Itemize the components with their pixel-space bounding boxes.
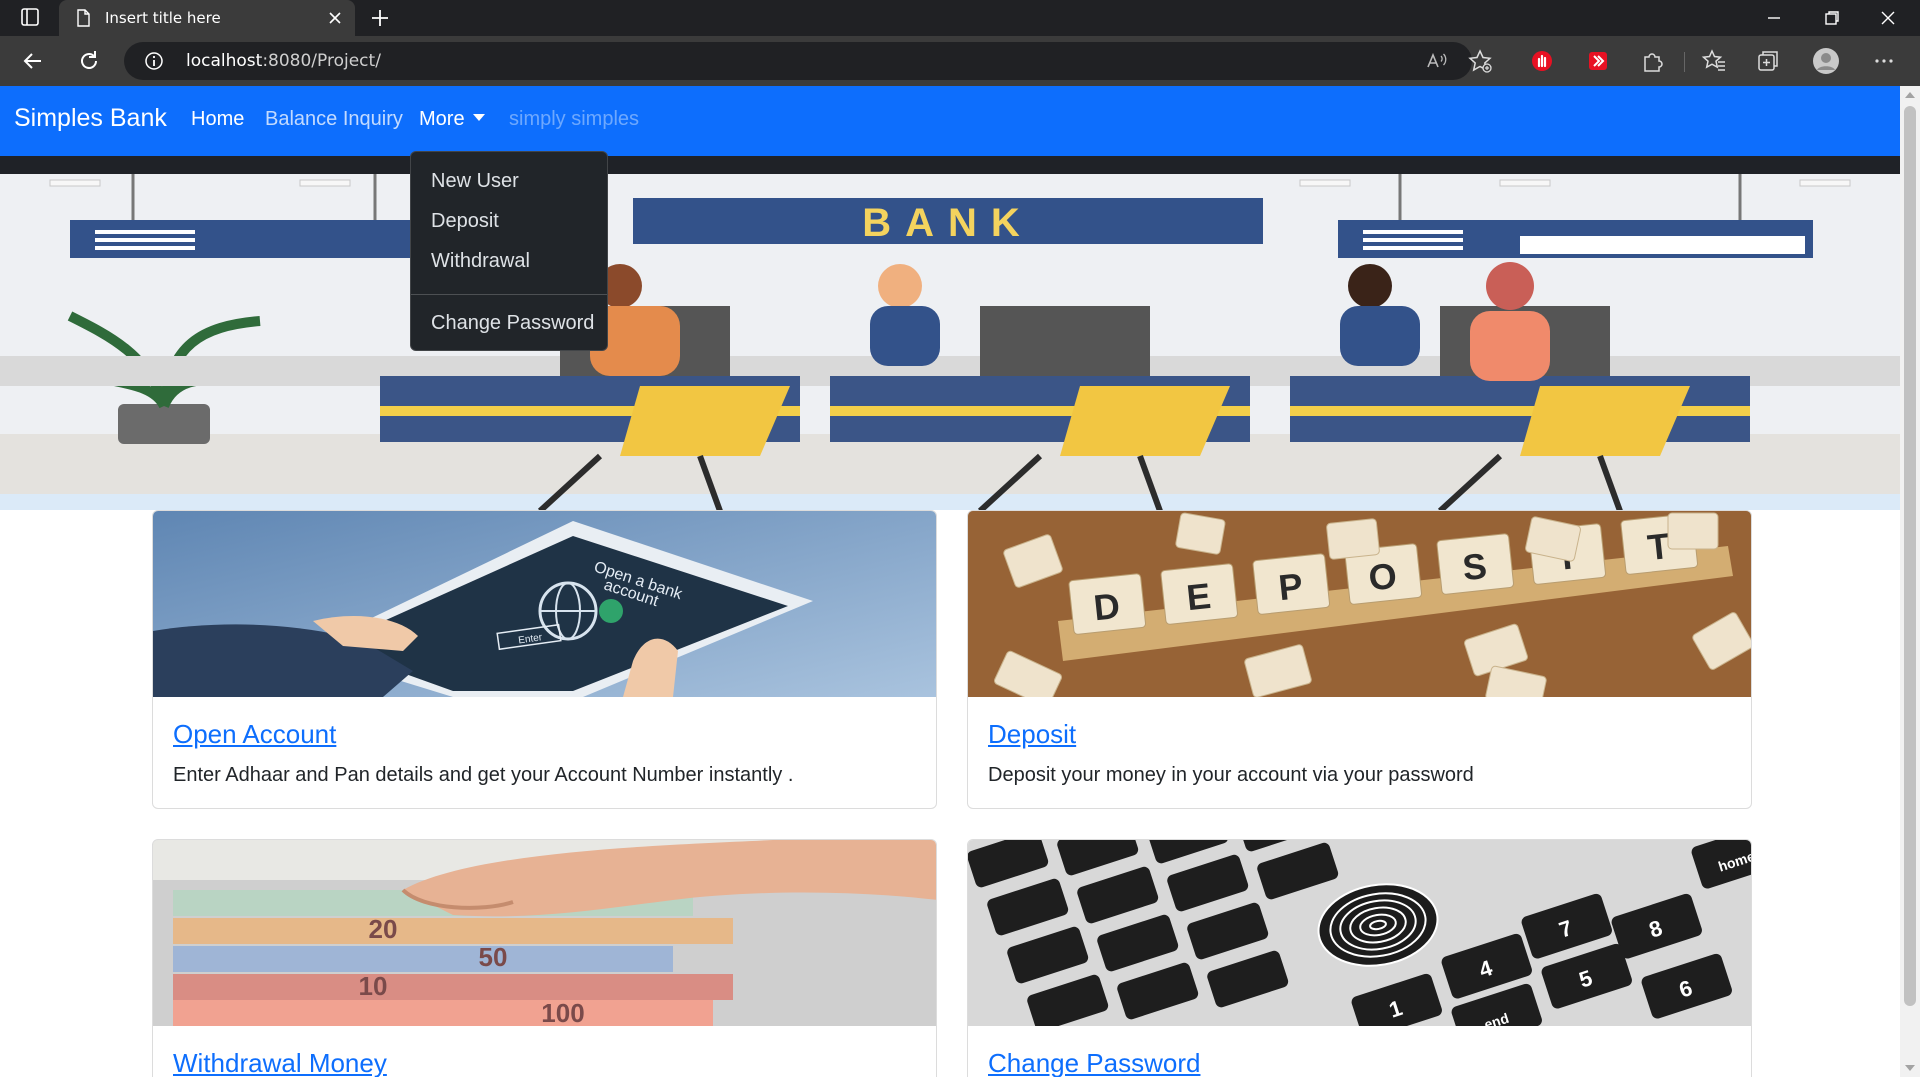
extensions-puzzle-icon[interactable] [1638,47,1666,75]
nav-more-dropdown[interactable]: More [419,108,485,131]
site-info-icon[interactable] [144,51,164,71]
browser-toolbar: localhost:8080/Project/ [0,36,1920,86]
card-image-open-account: Open a bank account Enter [153,511,936,697]
profile-avatar-icon[interactable] [1812,47,1840,75]
deposit-tile-letter: D [1092,585,1122,628]
card-text-open-account: Enter Adhaar and Pan details and get you… [173,764,794,786]
note-denomination: 20 [369,914,398,944]
reload-icon[interactable] [76,48,102,74]
dropdown-item-change-password[interactable]: Change Password [431,312,594,335]
card-text-deposit: Deposit your money in your account via y… [988,764,1474,786]
close-tab-icon[interactable] [325,8,345,28]
navbar: Simples Bank Home Balance Inquiry More s… [0,86,1900,156]
bank-illustration: BANK [0,156,1900,510]
extension-red-square-icon[interactable] [1584,47,1612,75]
cash-drawer-image: 20 50 10 100 [153,840,936,1026]
minimize-icon[interactable] [1762,6,1786,30]
note-denomination: 10 [359,971,388,1001]
dropdown-item-new-user[interactable]: New User [431,170,519,193]
dropdown-divider [411,294,607,295]
toolbar-divider [1684,52,1685,72]
dropdown-item-deposit[interactable]: Deposit [431,210,499,233]
add-favorite-icon[interactable] [1466,47,1494,75]
new-tab-icon[interactable] [368,6,392,30]
url-path: :8080/Project/ [262,51,381,71]
card-change-password: home 7 8 4 5 6 1 end Change Password [967,839,1752,1077]
card-withdrawal-money: 20 50 10 100 Withdrawal Money [152,839,937,1077]
nav-more-label: More [419,108,465,130]
card-image-deposit: DEPOSIT [968,511,1751,697]
url-host: localhost [186,51,263,71]
favorites-icon[interactable] [1700,47,1728,75]
page-icon [77,9,90,27]
tab-actions-icon[interactable] [14,7,46,29]
caret-down-icon [472,114,485,121]
scroll-up-arrow-icon[interactable] [1905,92,1915,98]
deposit-tile-letter: S [1461,545,1489,588]
card-title-change-password[interactable]: Change Password [988,1048,1200,1077]
browser-tab-strip: Insert title here [0,0,1920,36]
card-title-open-account[interactable]: Open Account [173,719,336,750]
dropdown-item-withdrawal[interactable]: Withdrawal [431,250,530,273]
card-image-withdrawal: 20 50 10 100 [153,840,936,1026]
back-arrow-icon[interactable] [20,48,46,74]
more-menu-icon[interactable] [1870,47,1898,75]
read-aloud-icon[interactable] [1422,47,1450,75]
keyboard-fingerprint-image: home7 84 5 61 end [968,840,1751,1026]
scrollbar-thumb[interactable] [1904,106,1916,1006]
browser-tab[interactable]: Insert title here [59,0,355,36]
card-image-change-password: home 7 8 4 5 6 1 end [968,840,1751,1026]
navbar-brand[interactable]: Simples Bank [14,104,167,133]
url-text[interactable]: localhost:8080/Project/ [186,51,381,71]
restore-icon[interactable] [1820,6,1844,30]
web-page: BANK Simples Bank Home Balance Inquiry M… [0,86,1920,1077]
page-scrollbar[interactable] [1900,86,1920,1077]
collections-icon[interactable] [1754,47,1782,75]
window-close-icon[interactable] [1876,6,1900,30]
note-denomination: 100 [541,998,584,1026]
more-dropdown-menu: New User Deposit Withdrawal Change Passw… [410,151,608,351]
scrabble-deposit-image: DEPOSIT [968,511,1751,697]
note-denomination: 50 [479,942,508,972]
card-deposit: DEPOSIT Deposit Deposit your money in yo… [967,510,1752,809]
nav-balance-inquiry[interactable]: Balance Inquiry [265,108,403,131]
deposit-tile-letter: E [1185,575,1213,618]
bank-sign-text: BANK [862,201,1034,245]
deposit-tile-letter: O [1367,555,1399,599]
nav-simply-simples: simply simples [509,108,640,130]
deposit-tile-letter: P [1277,565,1305,608]
tablet-image: Open a bank account Enter [153,511,936,697]
address-bar[interactable]: localhost:8080/Project/ [124,42,1492,80]
tab-title: Insert title here [105,9,221,27]
extension-red-hand-icon[interactable] [1528,47,1556,75]
card-title-deposit[interactable]: Deposit [988,719,1076,750]
scroll-down-arrow-icon[interactable] [1905,1065,1915,1071]
hero-banner: BANK [0,156,1900,510]
card-title-withdrawal-money[interactable]: Withdrawal Money [173,1048,387,1077]
card-open-account: Open a bank account Enter Open Account E… [152,510,937,809]
nav-home[interactable]: Home [191,108,244,131]
